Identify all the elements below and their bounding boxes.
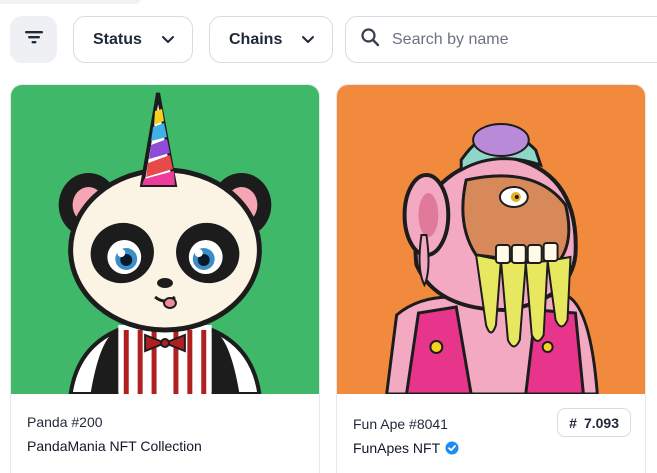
verified-badge-icon [445, 441, 459, 455]
filter-lines-icon [24, 29, 44, 50]
nft-name: Panda #200 [27, 414, 103, 430]
card-info: Fun Ape #8041 FunApes NFT # 7.093 [337, 394, 645, 456]
search-icon [360, 27, 380, 52]
search-box [345, 16, 657, 63]
card-info: Panda #200 PandaMania NFT Collection [11, 394, 319, 454]
filter-toolbar: Status Chains [0, 0, 657, 80]
collection-name[interactable]: FunApes NFT [353, 440, 440, 456]
chains-dropdown[interactable]: Chains [209, 16, 333, 63]
price-badge: # 7.093 [557, 408, 631, 437]
nft-image-panda [11, 85, 319, 394]
price-symbol: # [569, 414, 577, 431]
collection-row: FunApes NFT [353, 440, 629, 456]
price-value: 7.093 [583, 414, 619, 431]
chevron-down-icon [161, 31, 175, 49]
status-dropdown[interactable]: Status [73, 16, 193, 63]
filter-toggle-button[interactable] [10, 16, 57, 63]
collection-name[interactable]: PandaMania NFT Collection [27, 438, 202, 454]
nft-image-ape [337, 85, 645, 394]
nft-card[interactable]: Panda #200 PandaMania NFT Collection [10, 84, 320, 473]
status-dropdown-label: Status [93, 30, 142, 48]
chevron-down-icon [301, 31, 315, 49]
collection-row: PandaMania NFT Collection [27, 438, 303, 454]
search-input[interactable] [392, 30, 642, 49]
nft-card[interactable]: Fun Ape #8041 FunApes NFT # 7.093 [336, 84, 646, 473]
chains-dropdown-label: Chains [229, 30, 283, 48]
